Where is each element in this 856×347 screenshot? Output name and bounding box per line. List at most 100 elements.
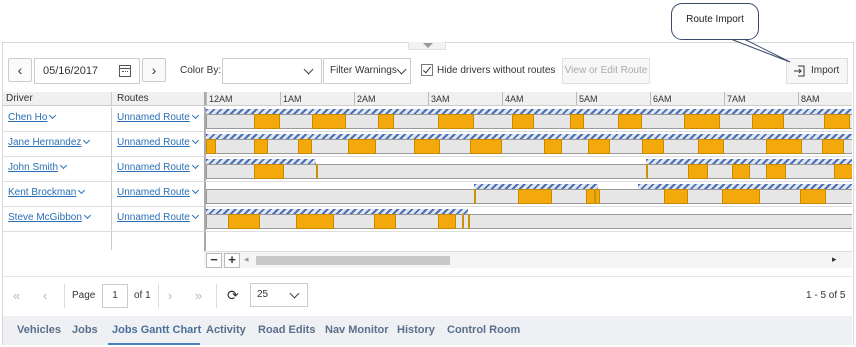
tab-history[interactable]: History <box>397 324 435 336</box>
tab-activity[interactable]: Activity <box>206 324 246 336</box>
first-page-icon[interactable]: « <box>13 288 20 303</box>
route-import-callout: Route Import <box>671 3 759 40</box>
driver-header-label: Driver <box>6 93 33 104</box>
job-stop[interactable] <box>586 189 600 204</box>
gantt-row <box>204 182 852 207</box>
scroll-left-icon[interactable]: ◂ <box>244 254 249 265</box>
job-stop[interactable] <box>414 139 440 154</box>
pager <box>3 276 852 314</box>
job-stop[interactable] <box>722 189 760 204</box>
chevron-down-icon[interactable] <box>83 211 91 220</box>
bottom-tab-bar: Vehicles Jobs Jobs Gantt Chart Activity Road… <box>3 316 852 345</box>
job-stop[interactable] <box>642 139 664 154</box>
tab-road-edits[interactable]: Road Edits <box>258 324 315 336</box>
job-stop[interactable] <box>438 214 456 229</box>
job-stop[interactable] <box>752 114 784 129</box>
job-stop[interactable] <box>834 164 852 179</box>
routes-column-header[interactable]: Routes <box>111 92 204 106</box>
job-stop[interactable] <box>228 214 260 229</box>
gantt-row <box>204 132 852 157</box>
route-link[interactable]: Unnamed Route <box>112 137 190 148</box>
job-stop[interactable] <box>698 139 724 154</box>
chevron-down-icon[interactable] <box>78 186 86 195</box>
job-stop[interactable] <box>254 164 284 179</box>
job-stop[interactable] <box>766 139 802 154</box>
grid-empty-area <box>3 232 852 250</box>
chevron-down-icon[interactable] <box>191 136 199 145</box>
chevron-down-icon[interactable] <box>191 211 199 220</box>
job-stop[interactable] <box>378 114 394 129</box>
driver-link[interactable]: Chen Ho <box>3 112 47 123</box>
job-stop[interactable] <box>618 114 642 129</box>
job-stop[interactable] <box>544 139 562 154</box>
scroll-right-icon[interactable]: ▸ <box>832 254 837 265</box>
job-stop[interactable] <box>684 114 720 129</box>
job-stop[interactable] <box>766 164 786 179</box>
zoom-out-button[interactable]: − <box>206 253 222 268</box>
timeline-scrollbar[interactable]: − + ◂ ▸ <box>204 251 852 268</box>
scrollbar-thumb[interactable] <box>256 256 450 265</box>
route-cell: Unnamed Route <box>111 207 204 232</box>
job-stop[interactable] <box>822 139 844 154</box>
chevron-down-icon[interactable] <box>191 161 199 170</box>
job-stop[interactable] <box>824 114 850 129</box>
hour-label: 2AM <box>354 92 376 105</box>
driver-link[interactable]: Steve McGibbon <box>3 212 82 223</box>
job-stop[interactable] <box>206 139 216 154</box>
driver-cell: John Smith <box>3 157 111 182</box>
driver-link[interactable]: John Smith <box>3 162 58 173</box>
job-stop[interactable] <box>664 189 688 204</box>
last-page-icon[interactable]: » <box>195 288 202 303</box>
route-boundary <box>468 214 470 229</box>
chevron-down-icon <box>289 288 300 299</box>
job-stop[interactable] <box>570 114 584 129</box>
route-track[interactable] <box>206 164 852 179</box>
hour-label: 6AM <box>650 92 672 105</box>
zoom-in-button[interactable]: + <box>224 253 240 268</box>
tab-jobs-gantt-chart[interactable]: Jobs Gantt Chart <box>112 324 201 336</box>
chevron-down-icon[interactable] <box>59 161 68 170</box>
page-number-input[interactable]: 1 <box>102 284 128 308</box>
page-size-select[interactable]: 25 <box>250 283 308 307</box>
chevron-down-icon[interactable] <box>191 111 199 120</box>
driver-link[interactable]: Kent Brockman <box>3 187 76 198</box>
job-stop[interactable] <box>438 114 474 129</box>
job-stop[interactable] <box>296 214 334 229</box>
job-stop[interactable] <box>800 189 826 204</box>
hour-label: 4AM <box>502 92 524 105</box>
route-boundary <box>646 164 648 179</box>
job-stop[interactable] <box>588 139 610 154</box>
chevron-down-icon[interactable] <box>191 186 199 195</box>
driver-cell: Jane Hernandez <box>3 132 111 157</box>
driver-cell: Steve McGibbon <box>3 207 111 232</box>
job-stop[interactable] <box>518 189 552 204</box>
route-link[interactable]: Unnamed Route <box>112 162 190 173</box>
driver-link[interactable]: Jane Hernandez <box>3 137 81 148</box>
job-stop[interactable] <box>688 164 708 179</box>
gantt-row <box>204 157 852 182</box>
job-stop[interactable] <box>374 214 396 229</box>
job-stop[interactable] <box>298 139 312 154</box>
next-page-icon[interactable]: › <box>168 288 172 303</box>
tab-nav-monitor[interactable]: Nav Monitor <box>325 324 389 336</box>
tab-control-room[interactable]: Control Room <box>447 324 520 336</box>
job-stop[interactable] <box>254 139 268 154</box>
refresh-icon[interactable]: ⟳ <box>227 287 239 304</box>
job-stop[interactable] <box>254 114 280 129</box>
previous-page-icon[interactable]: ‹ <box>43 288 47 303</box>
job-stop[interactable] <box>348 139 376 154</box>
route-link[interactable]: Unnamed Route <box>112 112 190 123</box>
tab-jobs[interactable]: Jobs <box>72 324 98 336</box>
gantt-row <box>204 107 852 132</box>
route-link[interactable]: Unnamed Route <box>112 212 190 223</box>
route-link[interactable]: Unnamed Route <box>112 187 190 198</box>
job-stop[interactable] <box>732 164 750 179</box>
tab-vehicles[interactable]: Vehicles <box>17 324 61 336</box>
job-stop[interactable] <box>470 139 502 154</box>
driver-column-header[interactable]: Driver <box>3 92 111 106</box>
chevron-down-icon[interactable] <box>49 111 57 120</box>
route-boundary <box>594 189 596 204</box>
chevron-down-icon[interactable] <box>83 136 91 145</box>
job-stop[interactable] <box>512 114 534 129</box>
job-stop[interactable] <box>312 114 346 129</box>
